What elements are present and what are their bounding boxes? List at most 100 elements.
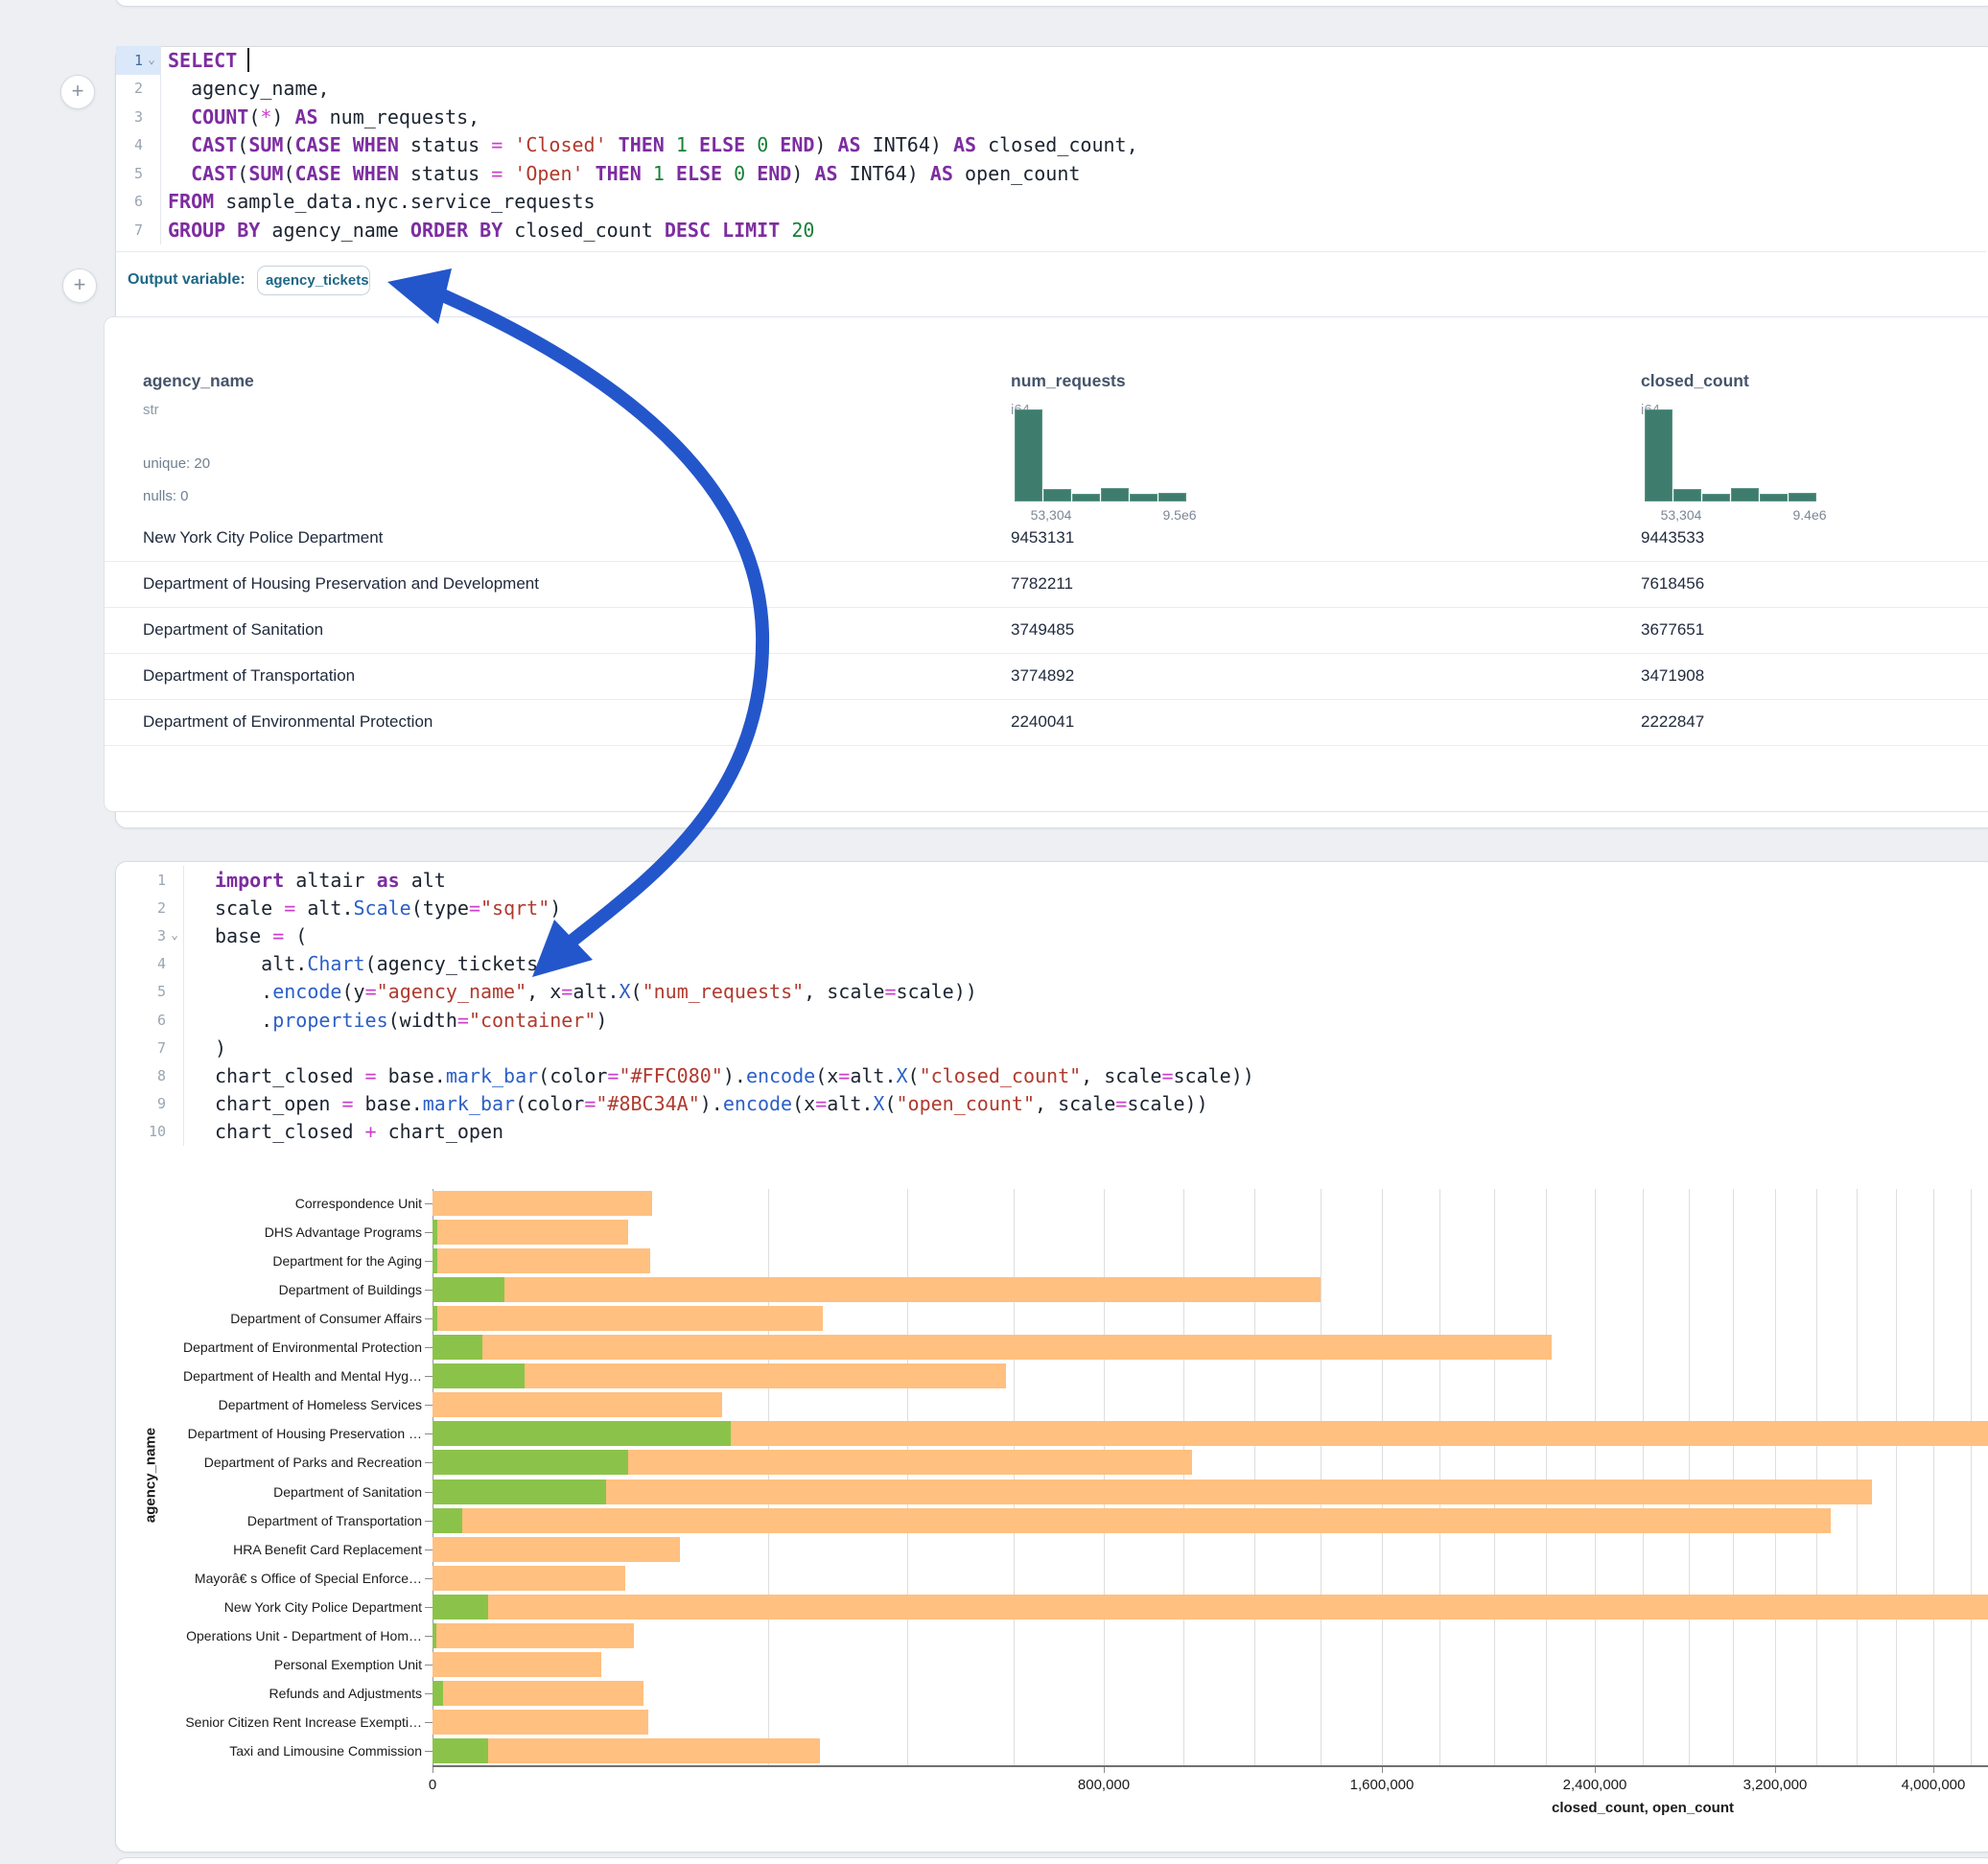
output-variable-input[interactable]: agency_tickets [257,266,370,295]
code-token: closed_count, [976,133,1138,156]
y-axis-label: New York City Police Department [129,1599,422,1615]
code-token: base. [377,1064,446,1087]
code-token: AS [930,162,953,185]
code-token: = [838,1064,850,1087]
line-number-gutter: 3⌄ [116,921,184,949]
code-token: altair [284,869,376,892]
code-text: FROM sample_data.nyc.service_requests [161,190,596,213]
code-line: 4 alt.Chart(agency_tickets) [116,950,1986,978]
python-editor[interactable]: 1import altair as alt2scale = alt.Scale(… [116,866,1986,1146]
code-token: agency_name, [168,77,330,100]
y-axis-label: HRA Benefit Card Replacement [129,1542,422,1557]
line-number: 9 [116,1095,166,1112]
code-token: "#FFC080" [619,1064,722,1087]
bar-closed_count [433,1681,643,1706]
code-text: alt.Chart(agency_tickets) [184,952,550,975]
result-table: agency_namestrunique: 20nulls: 0num_requ… [104,316,1988,812]
y-axis-label: Department of Consumer Affairs [129,1311,422,1326]
fold-arrow-icon[interactable]: ⌄ [143,53,160,67]
code-token: scale)) [897,980,977,1003]
code-line: 7GROUP BY agency_name ORDER BY closed_co… [116,216,1986,245]
gridline [1971,1189,1972,1765]
code-token: = [272,924,284,947]
table-row: Department of Environmental Protection22… [105,699,1988,746]
code-token: import [215,869,284,892]
code-token [168,105,191,128]
code-token: 1 [653,162,665,185]
code-line: 1⌄SELECT [116,46,1986,75]
code-token: ) [791,162,814,185]
line-number-gutter: 9 [116,1090,184,1118]
x-axis-tick-label: 800,000 [1078,1777,1130,1793]
code-token: mark_bar [446,1064,538,1087]
y-axis-label: Refunds and Adjustments [129,1686,422,1701]
code-token: . [215,1009,272,1032]
code-token: 'Open' [514,162,583,185]
gridline [1439,1189,1440,1765]
line-number-gutter: 2 [116,894,184,921]
bar-closed_count [433,1248,650,1273]
y-axis-label: Department of Housing Preservation … [129,1426,422,1441]
y-axis-label: Department of Homeless Services [129,1397,422,1412]
gridline [1643,1189,1644,1765]
line-number-gutter: 8 [116,1061,184,1089]
code-token: chart_open [215,1092,341,1115]
add-cell-button[interactable]: + [60,75,95,109]
code-token: scale)) [1174,1064,1254,1087]
code-token: AS [838,133,861,156]
code-line: 7) [116,1034,1986,1061]
code-token: SELECT [168,49,237,72]
code-token: END [780,133,814,156]
line-number: 2 [116,80,143,97]
code-token: GROUP [168,219,225,242]
code-token: , x [526,980,561,1003]
y-axis-label: Operations Unit - Department of Hom… [129,1628,422,1643]
bar-open_count [433,1738,488,1763]
code-token: SUM [248,162,283,185]
code-token: 1 [676,133,688,156]
code-line: 3⌄base = ( [116,921,1986,949]
line-number: 7 [116,221,143,239]
bar-closed_count [433,1537,680,1562]
add-cell-button[interactable]: + [62,268,97,303]
code-token: INT64) [838,162,930,185]
code-token [780,219,791,242]
next-cell-edge [115,1857,1988,1864]
x-axis-tick [1382,1767,1383,1773]
y-axis-label: Department of Health and Mental Hyg… [129,1368,422,1384]
code-line: 5 .encode(y="agency_name", x=alt.X("num_… [116,978,1986,1006]
histogram-bar [1101,488,1129,501]
table-cell: 3471908 [1641,653,1704,699]
code-token: = [365,980,377,1003]
code-text: scale = alt.Scale(type="sqrt") [184,897,561,920]
code-line: 6 .properties(width="container") [116,1006,1986,1034]
histogram-bar [1673,489,1701,501]
code-token [665,133,676,156]
sql-editor[interactable]: 1⌄SELECT 2 agency_name,3 COUNT(*) AS num… [116,46,1986,245]
code-token: ) [271,105,294,128]
code-line: 10chart_closed + chart_open [116,1118,1986,1146]
code-token: 20 [791,219,814,242]
fold-arrow-icon[interactable]: ⌄ [166,928,183,943]
bar-closed_count [433,1480,1872,1504]
code-token: WHEN [353,162,399,185]
divider [116,251,1986,252]
code-token: ( [884,1092,896,1115]
code-token: ( [283,162,294,185]
table-row: Department of Housing Preservation and D… [105,561,1988,608]
code-line: 2scale = alt.Scale(type="sqrt") [116,894,1986,921]
code-token: BY [237,219,260,242]
code-token: X [897,1064,908,1087]
x-axis-title: closed_count, open_count [1451,1800,1835,1816]
code-token: = [341,1092,353,1115]
code-token [168,133,191,156]
code-token [341,162,353,185]
column-header: num_requests [1011,371,1126,391]
y-axis-tick [425,1318,433,1319]
code-token: = [491,133,503,156]
code-token: CASE [294,133,340,156]
line-number-gutter: 4 [116,131,161,160]
code-token: "#8BC34A" [596,1092,699,1115]
bar-closed_count [433,1306,823,1331]
bar-chart: Correspondence UnitDHS Advantage Program… [116,1165,1988,1851]
